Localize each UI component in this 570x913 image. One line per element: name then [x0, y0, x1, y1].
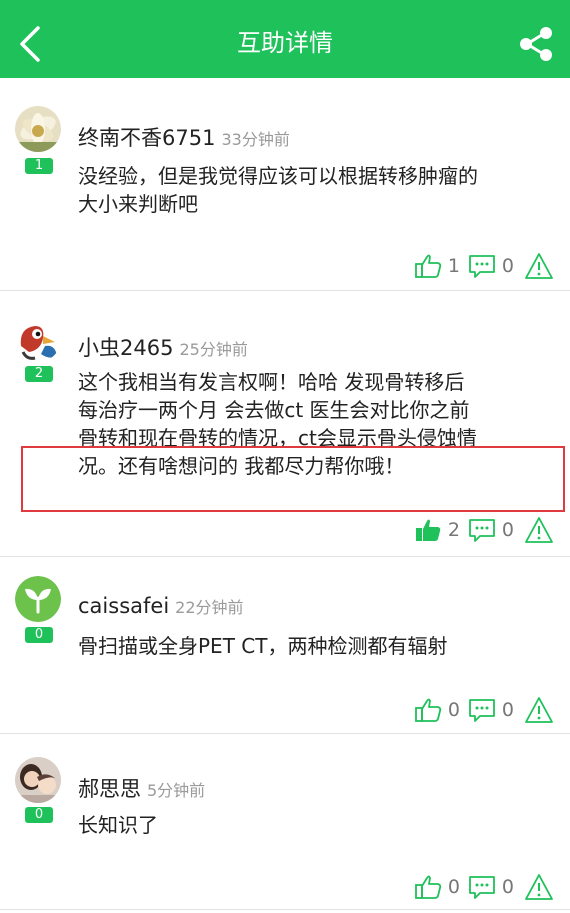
reply-button[interactable]: 0 [468, 874, 514, 900]
comment-text-line: 骨扫描或全身PET CT，两种检测都有辐射 [78, 634, 448, 658]
report-warning-icon[interactable] [524, 516, 554, 544]
status-bar [0, 0, 570, 8]
avatar[interactable] [15, 106, 61, 152]
photo-avatar-image [15, 757, 61, 803]
thumbs-up-icon [414, 254, 441, 278]
comment-item: 0 郝思思 5分钟前 长知识了 0 0 [0, 745, 570, 913]
comment-text-line: 每治疗一两个月 会去做ct 医生会对比你之前 [78, 398, 470, 422]
reply-button[interactable]: 0 [468, 697, 514, 723]
username[interactable]: 小虫2465 [78, 336, 173, 360]
report-warning-icon[interactable] [524, 252, 554, 280]
like-count: 1 [447, 255, 460, 277]
share-icon[interactable] [518, 26, 554, 62]
divider [0, 556, 570, 557]
thumbs-up-icon [414, 875, 441, 899]
comment-text: 长知识了 [78, 811, 548, 839]
reply-count: 0 [501, 876, 514, 898]
report-warning-icon[interactable] [524, 696, 554, 724]
flower-avatar-image [15, 106, 61, 152]
post-time: 33分钟前 [221, 130, 290, 149]
comment-actions: 0 0 [406, 871, 554, 903]
username[interactable]: caissafei [78, 594, 169, 618]
like-button[interactable]: 2 [414, 516, 460, 544]
like-count: 0 [447, 699, 460, 721]
avatar[interactable] [15, 757, 61, 803]
comment-icon [469, 876, 495, 899]
like-button[interactable]: 0 [414, 873, 460, 901]
comment-actions: 2 0 [406, 514, 554, 546]
comment-icon [469, 255, 495, 278]
app-header: 互助详情 [0, 8, 570, 78]
comment-text: 骨扫描或全身PET CT，两种检测都有辐射 [78, 632, 548, 660]
reply-button[interactable]: 0 [468, 517, 514, 543]
comment-icon [469, 699, 495, 722]
reply-button[interactable]: 0 [468, 253, 514, 279]
username-row: 郝思思 5分钟前 [78, 773, 205, 803]
comment-text-line: 大小来判断吧 [78, 192, 198, 216]
report-warning-icon[interactable] [524, 873, 554, 901]
username-row: 终南不香6751 33分钟前 [78, 122, 290, 152]
comment-text-line: 没经验，但是我觉得应该可以根据转移肿瘤的 [78, 164, 478, 188]
comment-icon [469, 519, 495, 542]
like-count: 0 [447, 876, 460, 898]
level-badge: 2 [25, 366, 53, 382]
username[interactable]: 终南不香6751 [78, 126, 215, 150]
bird-avatar-image [15, 316, 61, 362]
like-button[interactable]: 1 [414, 252, 460, 280]
post-time: 5分钟前 [147, 781, 206, 800]
comment-text-line: 长知识了 [78, 813, 158, 837]
comment-actions: 1 0 [406, 250, 554, 282]
comment-item: 0 caissafei 22分钟前 骨扫描或全身PET CT，两种检测都有辐射 0… [0, 566, 570, 736]
reply-count: 0 [501, 519, 514, 541]
username[interactable]: 郝思思 [78, 777, 141, 801]
comment-text: 没经验，但是我觉得应该可以根据转移肿瘤的 大小来判断吧 [78, 162, 548, 218]
like-button[interactable]: 0 [414, 696, 460, 724]
comment-item: 2 小虫2465 25分钟前 这个我相当有发言权啊！哈哈 发现骨转移后 每治疗一两… [0, 300, 570, 555]
page-title: 互助详情 [237, 29, 333, 57]
reply-count: 0 [501, 699, 514, 721]
thumbs-up-filled-icon [415, 519, 441, 541]
sprout-avatar-image [15, 576, 61, 622]
post-time: 25分钟前 [179, 340, 248, 359]
comment-text-line: 这个我相当有发言权啊！哈哈 发现骨转移后 [78, 370, 465, 394]
comment-item: 1 终南不香6751 33分钟前 没经验，但是我觉得应该可以根据转移肿瘤的 大小来… [0, 90, 570, 290]
divider [0, 290, 570, 291]
level-badge: 0 [25, 627, 53, 643]
avatar[interactable] [15, 316, 61, 362]
highlight-annotation-box [21, 446, 565, 512]
post-time: 22分钟前 [175, 598, 244, 617]
avatar[interactable] [15, 576, 61, 622]
username-row: 小虫2465 25分钟前 [78, 332, 248, 362]
divider [0, 909, 570, 910]
username-row: caissafei 22分钟前 [78, 594, 244, 618]
level-badge: 1 [25, 158, 53, 174]
level-badge: 0 [25, 807, 53, 823]
reply-count: 0 [501, 255, 514, 277]
thumbs-up-icon [414, 698, 441, 722]
comment-actions: 0 0 [406, 694, 554, 726]
divider [0, 733, 570, 734]
like-count: 2 [447, 519, 460, 541]
